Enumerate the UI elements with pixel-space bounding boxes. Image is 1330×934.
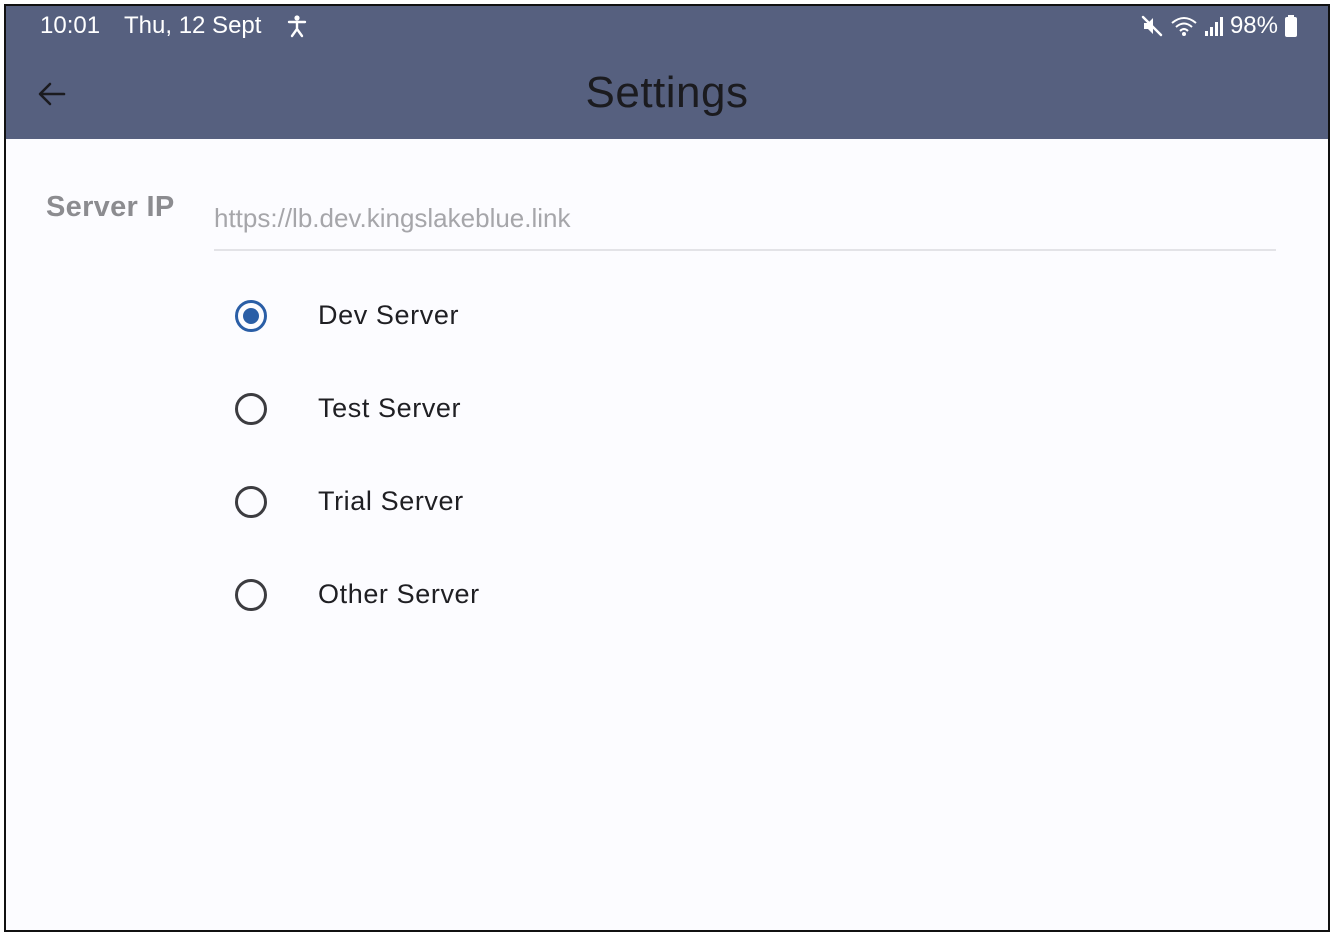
- radio-selected-icon[interactable]: [235, 299, 267, 332]
- radio-option-test-server[interactable]: Test Server: [214, 362, 914, 455]
- server-ip-label: Server IP: [46, 191, 175, 223]
- battery-icon: [1284, 14, 1298, 38]
- radio-unselected-icon[interactable]: [235, 578, 267, 611]
- settings-content: Server IP Dev Server Test Server Trial S…: [6, 139, 1328, 930]
- page-title: Settings: [585, 68, 749, 117]
- radio-option-dev-server[interactable]: Dev Server: [214, 269, 914, 362]
- radio-label: Dev Server: [318, 300, 460, 330]
- battery-percent: 98%: [1229, 12, 1278, 39]
- server-radio-group: Dev Server Test Server Trial Server Othe…: [214, 269, 914, 641]
- status-time: 10:01: [40, 12, 101, 39]
- radio-label: Test Server: [318, 393, 462, 423]
- signal-icon: [1204, 14, 1224, 38]
- app-bar: Settings: [6, 48, 1328, 139]
- radio-unselected-icon[interactable]: [235, 485, 267, 518]
- radio-option-trial-server[interactable]: Trial Server: [214, 455, 914, 548]
- wifi-icon: [1170, 14, 1198, 38]
- radio-label: Other Server: [318, 579, 480, 609]
- radio-unselected-icon[interactable]: [235, 392, 267, 425]
- radio-label: Trial Server: [318, 486, 464, 516]
- mute-icon: [1140, 14, 1164, 38]
- server-ip-input[interactable]: [214, 187, 1276, 251]
- radio-option-other-server[interactable]: Other Server: [214, 548, 914, 641]
- accessibility-icon: [286, 14, 308, 45]
- top-bar: 10:01 Thu, 12 Sept 98% Settings: [6, 6, 1328, 139]
- status-date: Thu, 12 Sept: [124, 12, 262, 39]
- app-frame: 10:01 Thu, 12 Sept 98% Settings Server I…: [4, 4, 1330, 932]
- status-icons: 98%: [1140, 12, 1298, 40]
- status-bar: 10:01 Thu, 12 Sept 98%: [6, 6, 1328, 48]
